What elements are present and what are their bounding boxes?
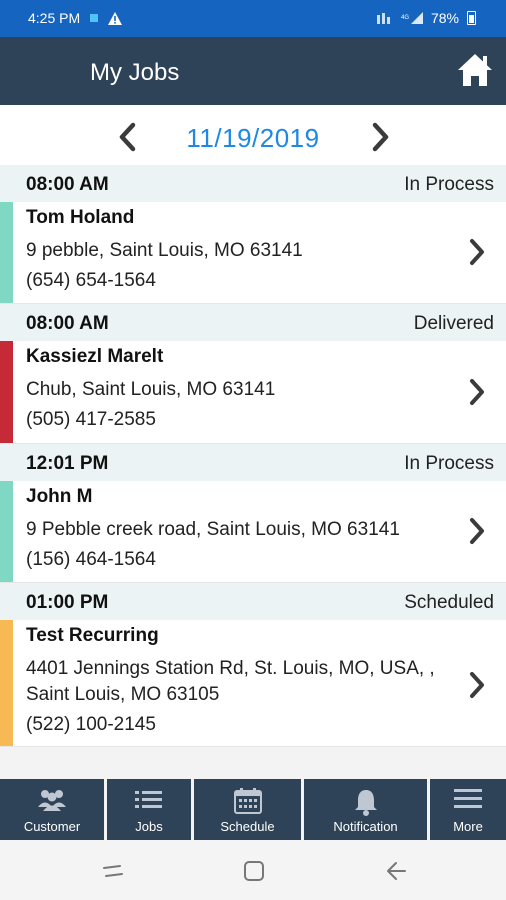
calendar-icon (233, 788, 262, 814)
bottom-navigation: Customer Jobs Schedule Notification More (0, 778, 506, 840)
job-address: 4401 Jennings Station Rd, St. Louis, MO,… (26, 658, 435, 705)
status-time: 4:25 PM (28, 10, 81, 26)
job-time: 08:00 AM (26, 313, 109, 334)
job-header: 08:00 AM Delivered (0, 304, 506, 341)
tab-label: Customer (23, 819, 81, 834)
list-icon (135, 791, 162, 808)
back-icon[interactable] (385, 860, 409, 882)
status-bar: 4:25 PM 4G 78% (0, 0, 506, 37)
tab-label: Notification (333, 819, 398, 834)
job-status: Delivered (413, 313, 494, 334)
home-icon[interactable] (456, 51, 494, 89)
job-header: 01:00 PM Scheduled (0, 583, 506, 620)
chevron-right-icon[interactable] (466, 516, 488, 546)
job-card[interactable]: 08:00 AM Delivered Kassiezl Marelt Chub,… (0, 304, 506, 444)
job-phone: (156) 464-1564 (26, 549, 156, 570)
job-card[interactable]: 08:00 AM In Process Tom Holand 9 pebble,… (0, 165, 506, 304)
svg-text:4G: 4G (401, 15, 409, 21)
tab-schedule[interactable]: Schedule (194, 779, 301, 840)
system-navigation-bar (0, 840, 506, 900)
tab-label: Jobs (135, 819, 163, 834)
home-nav-icon[interactable] (243, 860, 265, 882)
job-header: 08:00 AM In Process (0, 165, 506, 202)
tab-label: Schedule (220, 819, 275, 834)
customer-name: John M (26, 486, 93, 507)
chevron-right-icon[interactable] (466, 237, 488, 267)
job-address: Chub, Saint Louis, MO 63141 (26, 379, 276, 400)
app-bar: My Jobs (0, 37, 506, 105)
wifi-calling-icon (376, 13, 390, 24)
signal-icon: 4G (401, 12, 423, 24)
page-title: My Jobs (90, 59, 180, 86)
job-phone: (522) 100-2145 (26, 714, 156, 735)
job-header: 12:01 PM In Process (0, 444, 506, 481)
notification-dot-icon (90, 14, 99, 22)
job-time: 01:00 PM (26, 592, 109, 613)
recent-apps-icon[interactable] (102, 862, 124, 880)
job-status: In Process (404, 174, 494, 195)
chevron-right-icon[interactable] (466, 377, 488, 407)
tab-more[interactable]: More (430, 779, 506, 840)
tab-customer[interactable]: Customer (0, 779, 104, 840)
customer-name: Test Recurring (26, 625, 159, 646)
job-card[interactable]: 12:01 PM In Process John M 9 Pebble cree… (0, 444, 506, 583)
job-status: In Process (404, 453, 494, 474)
battery-percent: 78% (430, 10, 459, 26)
customer-name: Tom Holand (26, 207, 135, 228)
warning-icon (108, 11, 123, 25)
job-card[interactable]: 01:00 PM Scheduled Test Recurring 4401 J… (0, 583, 506, 747)
tab-label: More (453, 819, 483, 834)
customer-name: Kassiezl Marelt (26, 346, 164, 367)
tab-jobs[interactable]: Jobs (107, 779, 191, 840)
bell-icon (354, 790, 377, 816)
job-time: 08:00 AM (26, 174, 109, 195)
job-status: Scheduled (404, 592, 494, 613)
job-time: 12:01 PM (26, 453, 109, 474)
menu-icon (454, 789, 482, 808)
date-navigator: 11/19/2019 (0, 105, 506, 165)
people-icon (38, 790, 66, 811)
chevron-right-icon[interactable] (466, 670, 488, 700)
current-date[interactable]: 11/19/2019 (0, 123, 506, 154)
job-phone: (654) 654-1564 (26, 270, 156, 291)
job-phone: (505) 417-2585 (26, 409, 156, 430)
jobs-list: 08:00 AM In Process Tom Holand 9 pebble,… (0, 165, 506, 747)
tab-notification[interactable]: Notification (304, 779, 427, 840)
battery-icon (467, 11, 476, 25)
job-address: 9 pebble, Saint Louis, MO 63141 (26, 240, 303, 261)
job-address: 9 Pebble creek road, Saint Louis, MO 631… (26, 519, 400, 540)
next-date-icon[interactable] (368, 122, 394, 152)
